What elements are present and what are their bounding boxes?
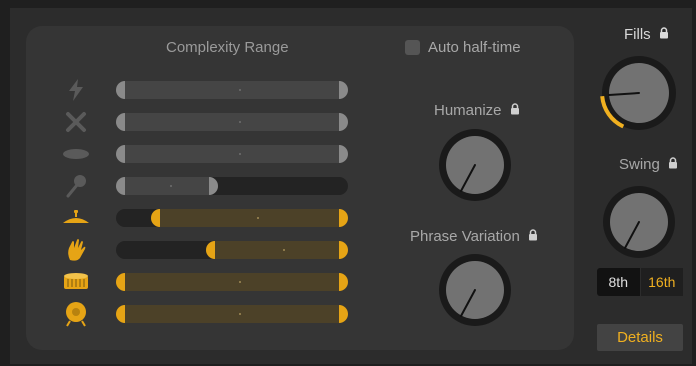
range-center-dot [283,249,285,251]
phrase-variation-label: Phrase Variation [410,228,538,245]
clap-lightning-icon[interactable] [63,77,89,103]
complexity-slider-cymbal-flat[interactable] [116,145,348,163]
auto-half-time-label[interactable]: Auto half-time [428,39,521,56]
range-center-dot [239,121,241,123]
fills-label-text: Fills [624,26,651,43]
shaker-icon[interactable] [63,173,89,199]
selected-range [116,305,348,323]
range-center-dot [239,89,241,91]
cymbal-icon[interactable] [63,205,89,231]
snare-drum-icon[interactable] [63,269,89,295]
range-min-handle[interactable] [206,241,215,259]
fills-label: Fills [624,26,669,43]
details-button[interactable]: Details [597,324,683,351]
complexity-range-title: Complexity Range [166,39,289,56]
range-center-dot [239,281,241,283]
swing-knob[interactable] [601,184,677,260]
complexity-slider-cymbal[interactable] [116,209,348,227]
swing-8th-button[interactable]: 8th [597,268,640,296]
range-center-dot [239,313,241,315]
range-center-dot [257,217,259,219]
complexity-slider-shaker[interactable] [116,177,348,195]
swing-resolution-control: 8th 16th [597,268,683,296]
hand-clap-icon[interactable] [63,237,89,263]
selected-range [116,113,348,131]
selected-range [151,209,348,227]
auto-half-time-checkbox[interactable] [405,40,420,55]
lock-icon[interactable] [528,229,538,241]
complexity-slider-sticks[interactable] [116,113,348,131]
complexity-slider-kick[interactable] [116,305,348,323]
lock-icon[interactable] [668,157,678,169]
selected-range [206,241,348,259]
humanize-label-text: Humanize [434,102,502,119]
lock-icon[interactable] [510,103,520,115]
selected-range [116,273,348,291]
kick-drum-icon[interactable] [63,301,89,327]
humanize-knob[interactable] [437,127,513,203]
crossed-sticks-icon[interactable] [63,109,89,135]
range-center-dot [239,153,241,155]
phrase-variation-label-text: Phrase Variation [410,228,520,245]
selected-range [116,145,348,163]
swing-label-text: Swing [619,156,660,173]
range-center-dot [170,185,172,187]
swing-16th-button[interactable]: 16th [639,268,683,296]
range-min-handle[interactable] [151,209,160,227]
fills-knob[interactable] [600,54,678,132]
range-max-handle[interactable] [209,177,218,195]
lock-icon[interactable] [659,27,669,39]
cymbal-flat-icon[interactable] [63,141,89,167]
humanize-label: Humanize [434,102,520,119]
complexity-slider-hand-clap[interactable] [116,241,348,259]
selected-range [116,177,218,195]
complexity-slider-snare[interactable] [116,273,348,291]
swing-label: Swing [619,156,678,173]
phrase-variation-knob[interactable] [437,252,513,328]
selected-range [116,81,348,99]
complexity-slider-clap[interactable] [116,81,348,99]
